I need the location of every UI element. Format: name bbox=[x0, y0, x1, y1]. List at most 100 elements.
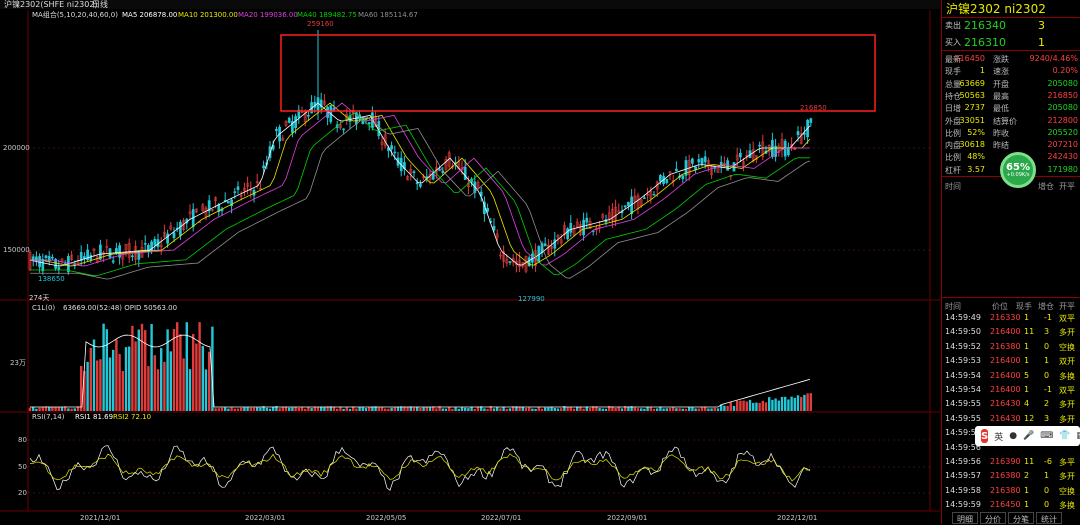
quote-row: 内盘 30618 昨结 207210 bbox=[945, 140, 1078, 151]
candle-body bbox=[143, 243, 147, 245]
volume-bar bbox=[188, 369, 192, 411]
volume-bar bbox=[662, 408, 665, 411]
ma-group-label[interactable]: MA组合(5,10,20,40,60,0) bbox=[32, 12, 118, 19]
volume-bar bbox=[220, 407, 224, 411]
volume-bar bbox=[102, 323, 105, 411]
volume-bar bbox=[483, 408, 486, 411]
volume-bar bbox=[643, 408, 646, 411]
volume-bar bbox=[38, 407, 41, 411]
volume-bar bbox=[636, 408, 640, 411]
volume-bar bbox=[294, 406, 297, 411]
volume-bar bbox=[534, 408, 537, 411]
gauge-speed: +0.09K/s bbox=[1006, 171, 1030, 178]
rsi-level-20: 20 bbox=[18, 489, 27, 497]
tick-row: 14:59:57 216380 2 1 多开 bbox=[945, 471, 1075, 482]
volume-bar bbox=[444, 408, 448, 411]
volume-bar bbox=[246, 407, 249, 411]
quote-row: 持仓 50563 最高 216850 bbox=[945, 90, 1078, 101]
volume-bar bbox=[364, 408, 368, 411]
volume-bar bbox=[256, 407, 259, 411]
symbol-label[interactable]: 沪镍2302(SHFE ni2302) bbox=[4, 1, 98, 9]
candle-body bbox=[51, 256, 54, 259]
rsi-header[interactable]: RSI(7,14) bbox=[32, 414, 64, 421]
volume-bar bbox=[380, 407, 384, 411]
tab-price[interactable]: 分价 bbox=[980, 512, 1006, 524]
ime-mode-label[interactable]: 英 bbox=[994, 430, 1003, 443]
candle-body bbox=[585, 217, 589, 223]
ask-price[interactable]: 216340 bbox=[964, 20, 1006, 31]
volume-bar bbox=[764, 402, 768, 411]
candle-body bbox=[287, 117, 291, 123]
rsi-line bbox=[29, 445, 811, 491]
candle-body bbox=[41, 258, 45, 272]
punct-icon[interactable]: ● bbox=[1009, 431, 1017, 441]
volume-bar bbox=[281, 407, 284, 411]
volume-bar bbox=[588, 408, 592, 411]
skin-icon[interactable]: 👕 bbox=[1059, 431, 1070, 441]
tick-row: 14:59:59 216450 1 0 多换 bbox=[945, 500, 1075, 511]
tab-detail[interactable]: 明细 bbox=[952, 512, 978, 524]
tab-stats[interactable]: 统计 bbox=[1036, 512, 1062, 524]
volume-bar bbox=[115, 339, 118, 411]
candle-body bbox=[726, 160, 729, 171]
volume-bar bbox=[723, 405, 726, 411]
volume-bar bbox=[336, 408, 339, 411]
rsi-level-80: 80 bbox=[18, 436, 27, 444]
candle-body bbox=[623, 205, 627, 208]
kline-chart-area[interactable] bbox=[0, 0, 940, 524]
volume-bar bbox=[435, 408, 438, 411]
volume-bar bbox=[387, 408, 390, 411]
rsi-lines bbox=[29, 445, 811, 491]
candle-body bbox=[227, 201, 230, 204]
candlestick-series bbox=[28, 30, 813, 275]
quote-row: 最新 216450 涨跌 9240/4.46% bbox=[945, 54, 1078, 64]
volume-bar bbox=[537, 407, 540, 411]
volume-bar bbox=[604, 408, 608, 411]
volume-values: 63669.00(52:48) OPID 50563.00 bbox=[63, 304, 178, 312]
bid-price[interactable]: 216310 bbox=[964, 37, 1006, 48]
candle-body bbox=[419, 183, 422, 187]
volume-bar bbox=[377, 407, 380, 411]
volume-bars bbox=[28, 322, 812, 411]
period-label[interactable]: 日线 bbox=[92, 1, 108, 9]
candle-body bbox=[703, 156, 707, 163]
volume-bar bbox=[524, 407, 528, 411]
keyboard-icon[interactable]: ⌨ bbox=[1040, 431, 1053, 441]
volume-bar bbox=[51, 406, 54, 411]
volume-bar bbox=[560, 408, 563, 411]
tick-row: 14:59:52 216380 1 0 空换 bbox=[945, 341, 1075, 352]
volume-bar bbox=[342, 408, 345, 411]
volume-bar bbox=[697, 408, 700, 411]
ime-toolbar[interactable]: S 英 ● 🎤 ⌨ 👕 ▦ bbox=[975, 426, 1080, 446]
volume-bar bbox=[694, 408, 697, 411]
candle-body bbox=[153, 238, 157, 246]
volume-bar bbox=[531, 408, 534, 411]
grid-icon[interactable]: ▦ bbox=[1077, 431, 1080, 441]
volume-header[interactable]: C1L(0) bbox=[32, 305, 55, 312]
tab-tick[interactable]: 分笔 bbox=[1008, 512, 1034, 524]
volume-bar bbox=[131, 325, 134, 411]
candle-body bbox=[659, 175, 662, 182]
mic-icon[interactable]: 🎤 bbox=[1023, 431, 1034, 441]
volume-bar bbox=[742, 400, 745, 411]
volume-bar bbox=[60, 407, 64, 411]
volume-bar bbox=[172, 329, 176, 411]
candle-body bbox=[643, 197, 646, 200]
speed-gauge[interactable]: 65% +0.09K/s bbox=[1000, 152, 1036, 188]
volume-bar bbox=[316, 407, 320, 411]
volume-bar bbox=[96, 360, 99, 411]
volume-bar bbox=[224, 407, 227, 411]
volume-bar bbox=[652, 408, 656, 411]
tick-row: 14:59:50 216400 11 3 多开 bbox=[945, 327, 1075, 338]
bid-volume: 1 bbox=[1038, 36, 1045, 49]
candle-body bbox=[508, 261, 512, 263]
volume-bar bbox=[323, 407, 326, 411]
volume-bar bbox=[499, 408, 502, 411]
volume-bar bbox=[176, 322, 179, 411]
sogou-logo-icon[interactable]: S bbox=[981, 429, 989, 443]
volume-bar bbox=[547, 407, 550, 411]
volume-bar bbox=[28, 407, 32, 411]
volume-bar bbox=[441, 408, 444, 411]
volume-bar bbox=[566, 407, 569, 411]
volume-bar bbox=[195, 343, 198, 411]
